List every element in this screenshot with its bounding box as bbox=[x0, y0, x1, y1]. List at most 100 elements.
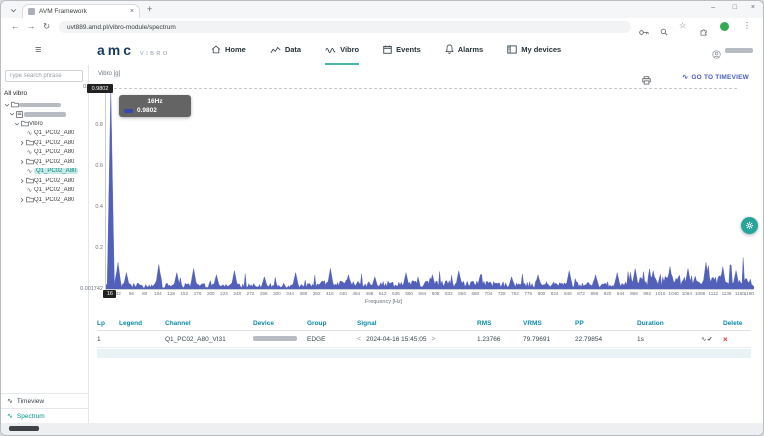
tab-search-button[interactable] bbox=[7, 5, 19, 15]
tree-item[interactable]: ∿Q1_PC02_A80 bbox=[1, 167, 88, 177]
column-header-signal: Signal bbox=[357, 320, 477, 327]
profile-avatar[interactable] bbox=[720, 22, 729, 31]
tree-item-label: Q1_PC02_A80 bbox=[34, 140, 74, 146]
tree-label-redacted bbox=[19, 103, 61, 108]
nav-item-label: Home bbox=[225, 45, 246, 54]
column-header-delete: Delete bbox=[723, 320, 751, 327]
chevron-right-icon[interactable] bbox=[18, 178, 25, 184]
alarms-icon bbox=[445, 41, 454, 59]
waveform-preview-button[interactable]: ∿ bbox=[701, 335, 723, 343]
tree-item[interactable] bbox=[1, 110, 88, 120]
table-footer-strip bbox=[97, 349, 751, 358]
tree-item[interactable]: Q1_PC02_A80 bbox=[1, 157, 88, 167]
nav-item-label: Events bbox=[396, 45, 421, 54]
x-axis-title: Frequency [Hz] bbox=[365, 299, 402, 305]
chevron-right-icon[interactable] bbox=[18, 159, 25, 165]
home-icon bbox=[211, 41, 221, 59]
row-vrms: 79.79691 bbox=[523, 336, 575, 343]
folder-icon bbox=[25, 139, 34, 146]
tree-item-label: Q1_PC02_A80 bbox=[34, 187, 74, 193]
nav-item-vibro[interactable]: Vibro bbox=[325, 36, 359, 65]
chart-settings-fab[interactable] bbox=[741, 217, 758, 234]
folder-icon bbox=[25, 158, 34, 165]
wave-icon: ∿ bbox=[7, 412, 13, 420]
reload-button[interactable]: ↻ bbox=[43, 21, 50, 32]
cursor-x-badge[interactable]: 16 bbox=[103, 290, 116, 298]
nav-item-data[interactable]: Data bbox=[270, 36, 301, 65]
browser-window: AVM Framework × + – □ × ← → ↻ ☆ ⋮ ≡ amc … bbox=[0, 0, 764, 436]
signal-prev-button[interactable]: < bbox=[357, 336, 361, 343]
tab-close-icon[interactable]: × bbox=[130, 8, 134, 15]
window-minimize-button[interactable]: – bbox=[711, 4, 715, 11]
signal-next-button[interactable]: > bbox=[431, 336, 435, 343]
chevron-down-icon[interactable] bbox=[3, 102, 10, 108]
bookmark-star-icon[interactable]: ☆ bbox=[679, 21, 686, 30]
main-nav: Home Data Vibro Events Alarms My devices bbox=[211, 36, 561, 65]
browser-tab-strip: AVM Framework × + – □ × bbox=[1, 1, 763, 18]
column-header-channel: Channel bbox=[165, 320, 253, 327]
new-tab-button[interactable]: + bbox=[147, 4, 152, 14]
nav-item-home[interactable]: Home bbox=[211, 36, 246, 65]
column-header-vrms: VRMS bbox=[523, 320, 575, 327]
tree-item[interactable]: ∿Q1_PC02_A80 bbox=[1, 186, 88, 196]
tree-item[interactable]: ∿Q1_PC02_A80 bbox=[1, 129, 88, 139]
column-header-legend: Legend bbox=[119, 320, 165, 327]
amc-vibro-logo: amc VIBRO bbox=[97, 44, 170, 57]
scrollbar-thumb[interactable] bbox=[9, 426, 39, 431]
row-signal: <2024-04-16 15:45:05> bbox=[357, 336, 477, 343]
browser-tab[interactable]: AVM Framework × bbox=[22, 4, 140, 18]
sidebar-item-timeview[interactable]: ∿Timeview bbox=[1, 393, 88, 408]
tree-item-label: Q1_PC02_A80 bbox=[34, 130, 74, 136]
wave-icon: ∿ bbox=[25, 148, 34, 156]
device-tree: Vibro∿Q1_PC02_A80Q1_PC02_A80∿Q1_PC02_A80… bbox=[1, 100, 88, 205]
window-maximize-button[interactable]: □ bbox=[733, 4, 737, 11]
tooltip-value: 0.9802 bbox=[137, 107, 157, 114]
browser-menu-icon[interactable]: ⋮ bbox=[743, 21, 751, 30]
device-name-redacted bbox=[253, 336, 297, 341]
row-duration: 1s bbox=[637, 336, 701, 343]
sidebar-item-spectrum[interactable]: ∿ Spectrum bbox=[1, 408, 88, 423]
tree-item[interactable]: ∿Q1_PC02_A80 bbox=[1, 148, 88, 158]
chevron-down-icon[interactable] bbox=[8, 111, 15, 117]
chevron-right-icon[interactable] bbox=[18, 197, 25, 203]
column-header-group: Group bbox=[307, 320, 357, 327]
tree-item[interactable] bbox=[1, 100, 88, 110]
tree-item[interactable]: Q1_PC02_A80 bbox=[1, 176, 88, 186]
forward-button[interactable]: → bbox=[27, 21, 36, 31]
nav-item-events[interactable]: Events bbox=[383, 36, 421, 65]
user-name-redacted bbox=[725, 48, 753, 53]
logo-text-vibro: VIBRO bbox=[140, 51, 170, 57]
browser-toolbar: ← → ↻ ☆ ⋮ bbox=[1, 18, 763, 37]
sidebar-item-label: Spectrum bbox=[17, 413, 45, 420]
sidebar-bottom-nav: ∿Timeview ∿ Spectrum bbox=[1, 393, 88, 423]
back-button[interactable]: ← bbox=[11, 21, 20, 31]
folder-icon bbox=[10, 101, 19, 108]
sidebar: All vibro Vibro∿Q1_PC02_A80Q1_PC02_A80∿Q… bbox=[1, 65, 89, 423]
chevron-right-icon[interactable] bbox=[18, 140, 25, 146]
bottom-strip bbox=[1, 423, 763, 435]
tree-item[interactable]: Q1_PC02_A80 bbox=[1, 195, 88, 205]
column-header-rms: RMS bbox=[477, 320, 523, 327]
user-icon[interactable] bbox=[712, 46, 721, 64]
folder-icon bbox=[25, 196, 34, 203]
tree-item[interactable]: Vibro bbox=[1, 119, 88, 129]
device-icon bbox=[15, 111, 24, 118]
delete-icon: × bbox=[723, 335, 728, 344]
tree-label-redacted bbox=[24, 112, 66, 117]
nav-item-alarms[interactable]: Alarms bbox=[445, 36, 483, 65]
hamburger-menu-icon[interactable]: ≡ bbox=[35, 45, 41, 55]
nav-item-my-devices[interactable]: My devices bbox=[507, 36, 561, 65]
tree-item-label: Vibro bbox=[29, 121, 43, 127]
delete-row-button[interactable]: × bbox=[723, 335, 751, 344]
row-device-redacted bbox=[253, 336, 307, 343]
table-header-row: LpLegendChannelDeviceGroupSignalRMSVRMSP… bbox=[97, 317, 751, 331]
logo-text-amc: amc bbox=[97, 44, 134, 57]
window-close-button[interactable]: × bbox=[751, 4, 755, 11]
chevron-down-icon[interactable] bbox=[13, 121, 20, 127]
search-input[interactable] bbox=[5, 70, 83, 82]
column-header-duration: Duration bbox=[637, 320, 701, 327]
address-bar[interactable] bbox=[59, 21, 631, 33]
tree-item[interactable]: Q1_PC02_A80 bbox=[1, 138, 88, 148]
app-header: ≡ amc VIBRO Home Data Vibro Events Alarms My … bbox=[1, 36, 763, 66]
tree-root-label[interactable]: All vibro bbox=[4, 90, 27, 97]
